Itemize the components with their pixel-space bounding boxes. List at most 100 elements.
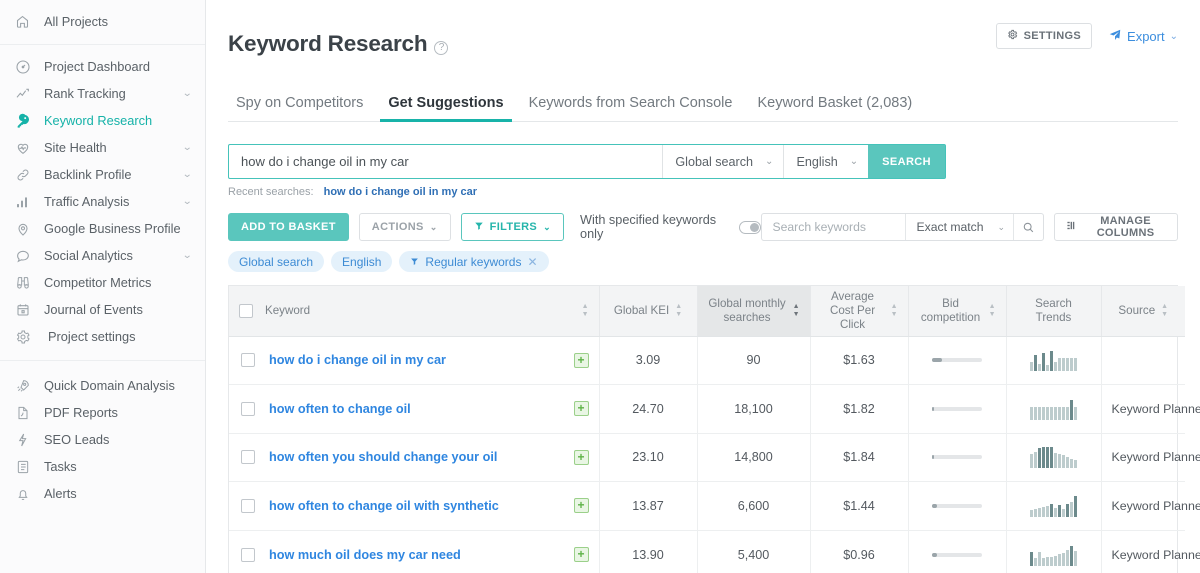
sidebar-item-social-analytics[interactable]: Social Analytics ⌄ bbox=[0, 242, 205, 269]
sidebar-item-tasks[interactable]: Tasks bbox=[0, 453, 205, 480]
column-header-global-monthly-searches[interactable]: Global monthly searches ▲ ▼ bbox=[697, 286, 811, 337]
add-keyword-icon[interactable]: + bbox=[573, 547, 589, 563]
add-keyword-icon[interactable]: + bbox=[573, 401, 589, 417]
cell-keyword: how often to change oil + bbox=[229, 384, 600, 434]
close-icon[interactable]: ✕ bbox=[527, 255, 537, 269]
sort-toggle[interactable]: ▲ ▼ bbox=[1161, 303, 1168, 318]
sidebar-item-rank-tracking[interactable]: Rank Tracking ⌄ bbox=[0, 80, 205, 107]
chip-label: English bbox=[342, 254, 382, 269]
sidebar-item-journal-of-events[interactable]: Journal of Events bbox=[0, 296, 205, 323]
specified-keywords-toggle-wrap: With specified keywords only bbox=[580, 213, 762, 242]
column-header-bid-competition[interactable]: Bid competition ▲ ▼ bbox=[908, 286, 1007, 337]
actions-button[interactable]: ACTIONS ⌄ bbox=[358, 213, 451, 242]
sidebar-item-label: PDF Reports bbox=[44, 405, 118, 420]
settings-button[interactable]: SETTINGS bbox=[995, 23, 1093, 49]
sidebar-item-keyword-research[interactable]: Keyword Research bbox=[0, 107, 205, 134]
chevron-down-icon[interactable]: ⌄ bbox=[182, 196, 192, 207]
sidebar-item-site-health[interactable]: Site Health ⌄ bbox=[0, 134, 205, 161]
bid-competition-bar bbox=[932, 358, 982, 363]
sort-toggle[interactable]: ▲ ▼ bbox=[582, 303, 589, 318]
table-header-row: Keyword ▲ ▼ Global KEI ▲ ▼ Global monthl… bbox=[229, 286, 1185, 337]
add-keyword-icon[interactable]: + bbox=[573, 449, 589, 465]
sidebar-item-alerts[interactable]: Alerts bbox=[0, 480, 205, 507]
column-header-search-trends[interactable]: Search Trends bbox=[1006, 286, 1102, 337]
keyword-link[interactable]: how often to change oil bbox=[269, 402, 411, 416]
table-row[interactable]: how much oil does my car need + 13.90 5,… bbox=[229, 530, 1200, 573]
column-header-keyword[interactable]: Keyword ▲ ▼ bbox=[229, 286, 600, 337]
match-mode-select[interactable]: Exact match ⌄ bbox=[905, 214, 1013, 241]
tab-spy-on-competitors[interactable]: Spy on Competitors bbox=[228, 95, 371, 122]
select-all-checkbox[interactable] bbox=[239, 303, 253, 318]
search-language-value: English bbox=[796, 154, 838, 169]
table-row[interactable]: how do i change oil in my car + 3.09 90 … bbox=[229, 336, 1185, 386]
specified-keywords-toggle-label: With specified keywords only bbox=[580, 213, 717, 242]
specified-keywords-toggle[interactable] bbox=[739, 220, 762, 234]
sidebar-item-pdf-reports[interactable]: PDF Reports bbox=[0, 399, 205, 426]
table-body: how do i change oil in my car + 3.09 90 … bbox=[229, 336, 1200, 573]
table-row[interactable]: how often to change oil with synthetic +… bbox=[229, 481, 1200, 531]
keyword-search-input[interactable] bbox=[229, 145, 663, 179]
add-to-basket-button[interactable]: ADD TO BASKET bbox=[228, 213, 349, 242]
row-checkbox[interactable] bbox=[241, 547, 255, 562]
recent-search-item[interactable]: how do i change oil in my car bbox=[324, 186, 477, 198]
row-checkbox[interactable] bbox=[241, 401, 255, 416]
table-row[interactable]: how often you should change your oil + 2… bbox=[229, 433, 1200, 483]
sidebar-item-google-business-profile[interactable]: Google Business Profile bbox=[0, 215, 205, 242]
funnel-icon bbox=[474, 221, 484, 234]
sort-toggle[interactable]: ▲ ▼ bbox=[793, 303, 800, 318]
sort-toggle[interactable]: ▲ ▼ bbox=[675, 303, 682, 318]
tab-keyword-basket[interactable]: Keyword Basket (2,083) bbox=[749, 95, 920, 122]
keyword-link[interactable]: how much oil does my car need bbox=[269, 548, 461, 562]
tab-keywords-from-search-console[interactable]: Keywords from Search Console bbox=[521, 95, 741, 122]
sidebar-item-seo-leads[interactable]: SEO Leads bbox=[0, 426, 205, 453]
column-header-average-cost-per-click[interactable]: Average Cost Per Click ▲ ▼ bbox=[810, 286, 909, 337]
sidebar-item-label: Backlink Profile bbox=[44, 167, 132, 182]
sort-toggle[interactable]: ▲ ▼ bbox=[891, 303, 898, 318]
export-button[interactable]: Export ⌄ bbox=[1108, 28, 1178, 45]
row-checkbox[interactable] bbox=[241, 450, 255, 465]
chevron-down-icon[interactable]: ⌄ bbox=[182, 169, 192, 180]
cell-source: Keyword Planner bbox=[1101, 481, 1200, 531]
add-keyword-icon[interactable]: + bbox=[573, 352, 589, 368]
keyword-link[interactable]: how do i change oil in my car bbox=[269, 353, 446, 367]
tab-get-suggestions[interactable]: Get Suggestions bbox=[380, 95, 512, 123]
filters-button[interactable]: FILTERS ⌄ bbox=[460, 213, 565, 242]
sidebar-item-backlink-profile[interactable]: Backlink Profile ⌄ bbox=[0, 161, 205, 188]
chevron-down-icon: ⌄ bbox=[543, 221, 552, 232]
sidebar-item-competitor-metrics[interactable]: Competitor Metrics bbox=[0, 269, 205, 296]
table-row[interactable]: how often to change oil + 24.70 18,100 $… bbox=[229, 384, 1200, 434]
question-mark-icon[interactable]: ? bbox=[434, 40, 449, 55]
keyword-link[interactable]: how often to change oil with synthetic bbox=[269, 499, 499, 513]
sidebar-item-project-dashboard[interactable]: Project Dashboard bbox=[0, 53, 205, 80]
column-header-source[interactable]: Source ▲ ▼ bbox=[1101, 286, 1185, 337]
sidebar-item-label: SEO Leads bbox=[44, 432, 110, 447]
search-scope-select[interactable]: Global search ⌄ bbox=[662, 145, 783, 179]
search-keywords-input[interactable] bbox=[762, 214, 906, 241]
chat-bubble-icon bbox=[13, 246, 32, 265]
row-checkbox[interactable] bbox=[241, 498, 255, 513]
cell-source: Keyword Planner bbox=[1101, 384, 1200, 434]
sidebar-item-project-settings[interactable]: Project settings bbox=[0, 323, 205, 350]
cell-keyword: how do i change oil in my car + bbox=[229, 336, 600, 386]
sidebar-item-all-projects[interactable]: All Projects bbox=[0, 8, 205, 35]
chevron-down-icon[interactable]: ⌄ bbox=[182, 250, 192, 261]
chip-global-search[interactable]: Global search bbox=[228, 251, 325, 273]
cell-source: Keyword Planner bbox=[1101, 530, 1200, 573]
search-button[interactable]: SEARCH bbox=[868, 145, 945, 179]
sort-toggle[interactable]: ▲ ▼ bbox=[989, 303, 996, 318]
cell-global-monthly-searches: 5,400 bbox=[697, 530, 811, 573]
add-keyword-icon[interactable]: + bbox=[573, 498, 589, 514]
search-language-select[interactable]: English ⌄ bbox=[783, 145, 868, 179]
sidebar-item-quick-domain-analysis[interactable]: Quick Domain Analysis bbox=[0, 372, 205, 399]
row-checkbox[interactable] bbox=[241, 353, 255, 368]
magnifier-icon[interactable] bbox=[1013, 214, 1043, 241]
sidebar-item-traffic-analysis[interactable]: Traffic Analysis ⌄ bbox=[0, 188, 205, 215]
chip-regular-keywords[interactable]: Regular keywords ✕ bbox=[399, 251, 549, 273]
keyword-link[interactable]: how often you should change your oil bbox=[269, 450, 497, 464]
manage-columns-button[interactable]: MANAGE COLUMNS bbox=[1054, 213, 1178, 242]
chip-label: Global search bbox=[239, 254, 314, 269]
column-header-global-kei[interactable]: Global KEI ▲ ▼ bbox=[599, 286, 698, 337]
chevron-down-icon[interactable]: ⌄ bbox=[182, 88, 192, 99]
chevron-down-icon[interactable]: ⌄ bbox=[182, 142, 192, 153]
chip-english[interactable]: English bbox=[331, 251, 393, 273]
